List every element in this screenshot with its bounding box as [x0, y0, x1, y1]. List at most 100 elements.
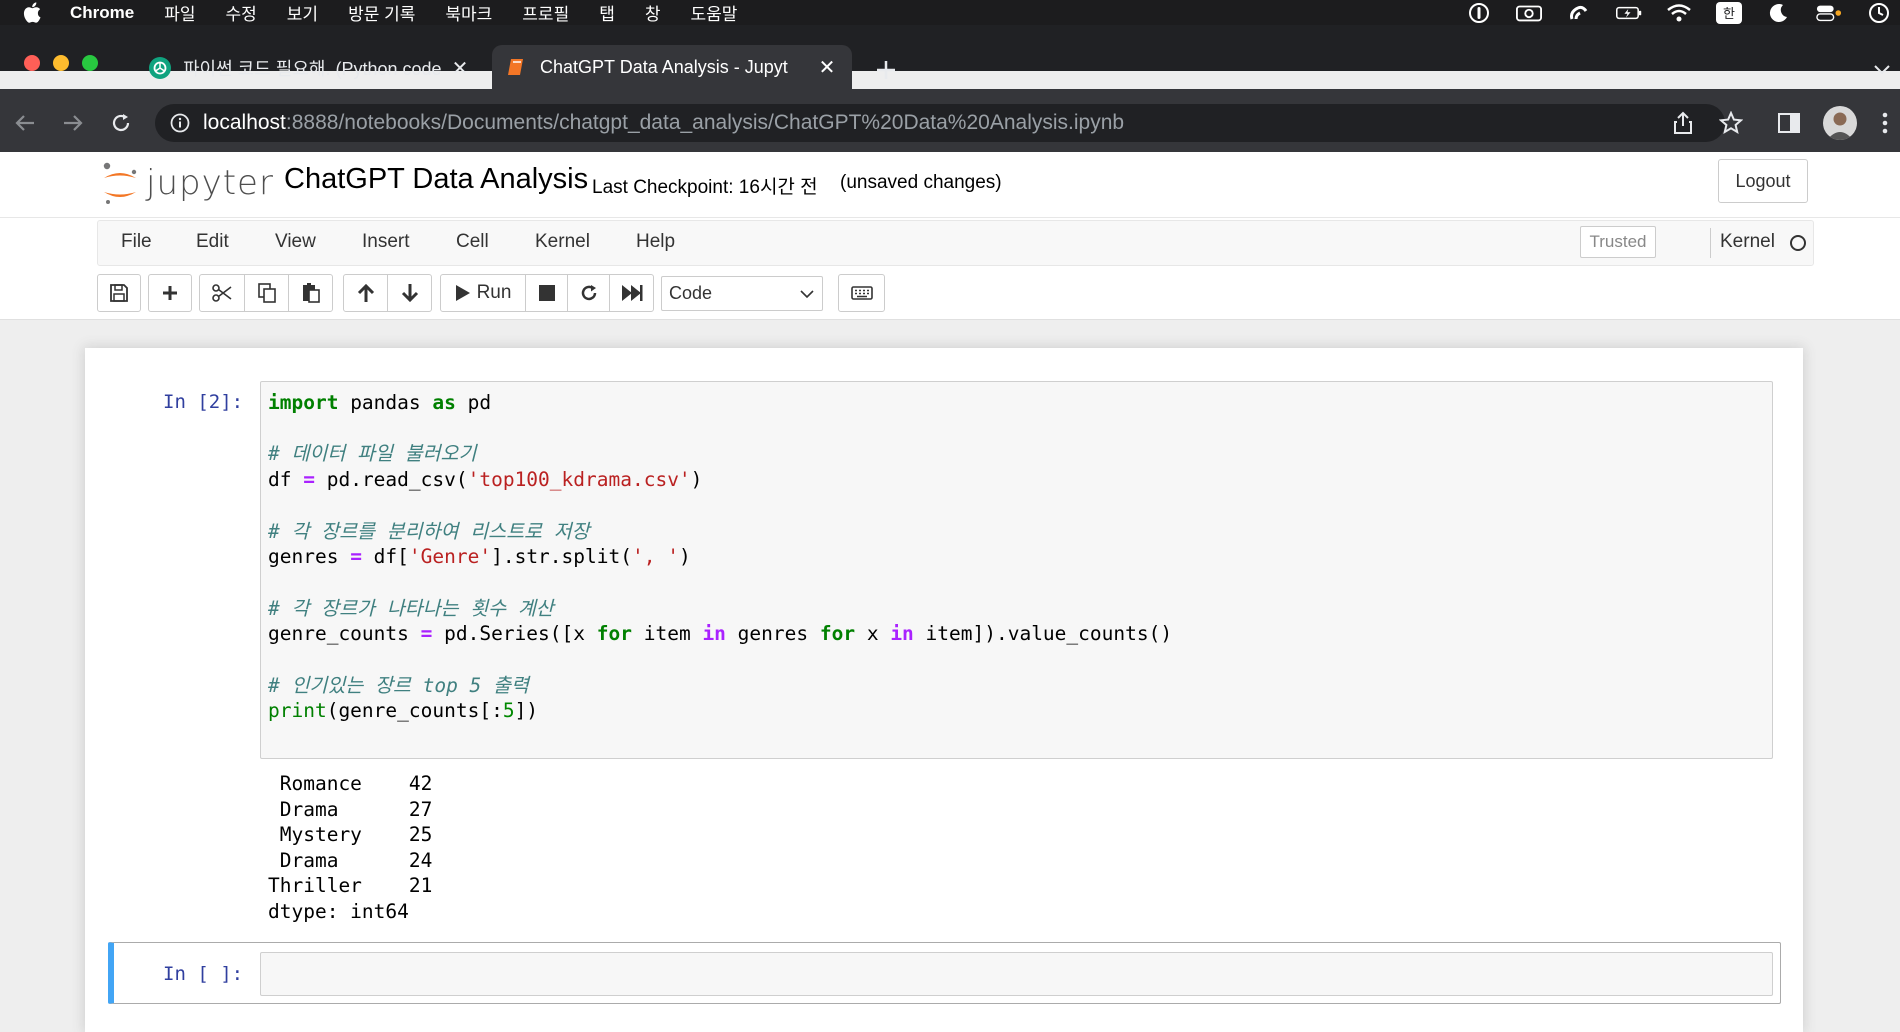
jupyter-favicon-icon: [506, 56, 528, 78]
profile-avatar[interactable]: [1823, 106, 1857, 140]
chevron-down-icon: [800, 290, 814, 299]
menu-window[interactable]: 창: [645, 0, 661, 25]
jupyter-menu-file[interactable]: File: [121, 231, 152, 253]
output-line: Romance 42: [268, 772, 433, 795]
battery-icon[interactable]: [1616, 3, 1642, 23]
bookmark-star-icon[interactable]: [1718, 110, 1744, 136]
cut-button[interactable]: [199, 274, 245, 312]
window-minimize-button[interactable]: [53, 55, 69, 71]
menu-bookmarks[interactable]: 북마크: [445, 0, 492, 25]
insert-cell-button[interactable]: [148, 274, 192, 312]
code-editor-empty[interactable]: [260, 952, 1773, 996]
apple-icon[interactable]: [20, 2, 44, 24]
tab-jupyter[interactable]: ChatGPT Data Analysis - Jupyt ✕: [492, 45, 852, 89]
command-palette-button[interactable]: [838, 274, 885, 312]
browser-menu-icon[interactable]: [1878, 110, 1892, 136]
autosave-status: (unsaved changes): [840, 172, 1002, 193]
restart-button[interactable]: [567, 274, 610, 312]
close-icon[interactable]: ✕: [816, 56, 838, 79]
back-icon[interactable]: [12, 110, 38, 136]
paste-button[interactable]: [288, 274, 333, 312]
code-line: df = pd.read_csv('top100_kdrama.csv'): [268, 468, 703, 492]
cell-type-value: Code: [669, 283, 713, 303]
window-close-button[interactable]: [24, 55, 40, 71]
move-up-button[interactable]: [343, 274, 388, 312]
jupyter-logo[interactable]: jupyter: [100, 160, 274, 206]
reload-icon[interactable]: [108, 110, 134, 136]
password-manager-icon[interactable]: [1466, 2, 1492, 23]
jupyter-menu-kernel[interactable]: Kernel: [535, 231, 590, 253]
kernel-idle-indicator: [1790, 235, 1806, 251]
run-button[interactable]: Run: [440, 274, 526, 312]
kernel-divider: [1710, 228, 1711, 258]
restart-icon: [581, 285, 596, 301]
share-icon[interactable]: [1670, 110, 1696, 136]
url-text: localhost:8888/notebooks/Documents/chatg…: [203, 111, 1124, 135]
jupyter-menu-insert[interactable]: Insert: [362, 231, 410, 253]
cell-type-select[interactable]: Code: [661, 276, 823, 311]
logout-button[interactable]: Logout: [1718, 159, 1808, 203]
code-line: # 각 장르가 나타나는 횟수 계산: [268, 596, 554, 620]
save-button[interactable]: [97, 274, 141, 312]
menu-tab[interactable]: 탭: [599, 0, 615, 25]
jupyter-menubar: [97, 220, 1814, 266]
menu-history[interactable]: 방문 기록: [348, 0, 415, 25]
scissors-icon: [212, 284, 232, 302]
code-line: import pandas as pd: [268, 391, 492, 414]
trusted-indicator[interactable]: Trusted: [1580, 226, 1656, 258]
menu-file[interactable]: 파일: [164, 0, 195, 25]
output-line: Drama 27: [268, 797, 433, 821]
jupyter-menu-edit[interactable]: Edit: [196, 231, 229, 253]
site-info-icon[interactable]: [169, 112, 191, 134]
paste-icon: [302, 283, 320, 303]
jupyter-menu-help[interactable]: Help: [636, 231, 675, 253]
tab-title: 파이썬 코드 필요해. (Python code: [183, 59, 441, 79]
code-line: genre_counts = pd.Series([x for item in …: [268, 622, 1173, 646]
close-icon[interactable]: ✕: [449, 57, 471, 80]
tab-search-chevron-icon[interactable]: [1870, 58, 1894, 82]
code-line: # 데이터 파일 불러오기: [268, 442, 477, 466]
wifi-icon[interactable]: [1666, 3, 1692, 23]
address-bar[interactable]: localhost:8888/notebooks/Documents/chatg…: [155, 104, 1725, 142]
camera-icon[interactable]: [1516, 3, 1542, 23]
jupyter-logo-icon: [103, 162, 137, 204]
menu-profile[interactable]: 프로필: [522, 0, 569, 25]
new-tab-icon[interactable]: [872, 56, 900, 84]
code-line: # 인기있는 장르 top 5 출력: [268, 673, 529, 697]
copy-button[interactable]: [244, 274, 289, 312]
forward-icon[interactable]: [60, 110, 86, 136]
control-center-icon[interactable]: [1816, 3, 1842, 23]
macos-menubar: Chrome 파일 수정 보기 방문 기록 북마크 프로필 탭 창 도움말 한: [0, 0, 1900, 25]
menu-view[interactable]: 보기: [287, 0, 318, 25]
do-not-disturb-icon[interactable]: [1766, 3, 1792, 23]
menu-edit[interactable]: 수정: [226, 0, 257, 25]
plus-icon: [163, 286, 177, 300]
creative-cloud-icon[interactable]: [1566, 3, 1592, 23]
jupyter-menu-cell[interactable]: Cell: [456, 231, 489, 253]
code-line: print(genre_counts[:5]): [268, 699, 539, 723]
interrupt-button[interactable]: [525, 274, 568, 312]
menu-app-name[interactable]: Chrome: [70, 3, 134, 23]
move-down-button[interactable]: [387, 274, 432, 312]
code-line: # 각 장르를 분리하여 리스트로 저장: [268, 519, 590, 543]
chatgpt-icon: [149, 57, 171, 79]
tab-chatgpt[interactable]: 파이썬 코드 필요해. (Python code ✕: [135, 48, 485, 88]
tab-title: ChatGPT Data Analysis - Jupyt: [540, 56, 788, 77]
restart-run-all-button[interactable]: [609, 274, 654, 312]
output-line: Thriller 21: [268, 874, 433, 898]
window-zoom-button[interactable]: [82, 55, 98, 71]
notebook-title[interactable]: ChatGPT Data Analysis: [284, 163, 588, 196]
arrow-up-icon: [357, 283, 374, 302]
svg-text:한: 한: [1723, 7, 1735, 22]
side-panel-icon[interactable]: [1776, 110, 1802, 136]
kernel-name[interactable]: Kernel: [1720, 231, 1775, 253]
url-path: :8888/notebooks/Documents/chatgpt_data_a…: [285, 111, 1125, 134]
menu-help[interactable]: 도움말: [691, 0, 738, 25]
url-host: localhost: [203, 111, 286, 134]
clock-icon[interactable]: [1866, 2, 1892, 23]
checkpoint-status: Last Checkpoint: 16시간 전: [592, 177, 818, 198]
jupyter-menu-view[interactable]: View: [275, 231, 316, 253]
input-method-icon[interactable]: 한: [1716, 1, 1742, 24]
keyboard-icon: [850, 286, 873, 300]
code-content[interactable]: import pandas as pd # 데이터 파일 불러오기 df = p…: [268, 390, 1172, 724]
